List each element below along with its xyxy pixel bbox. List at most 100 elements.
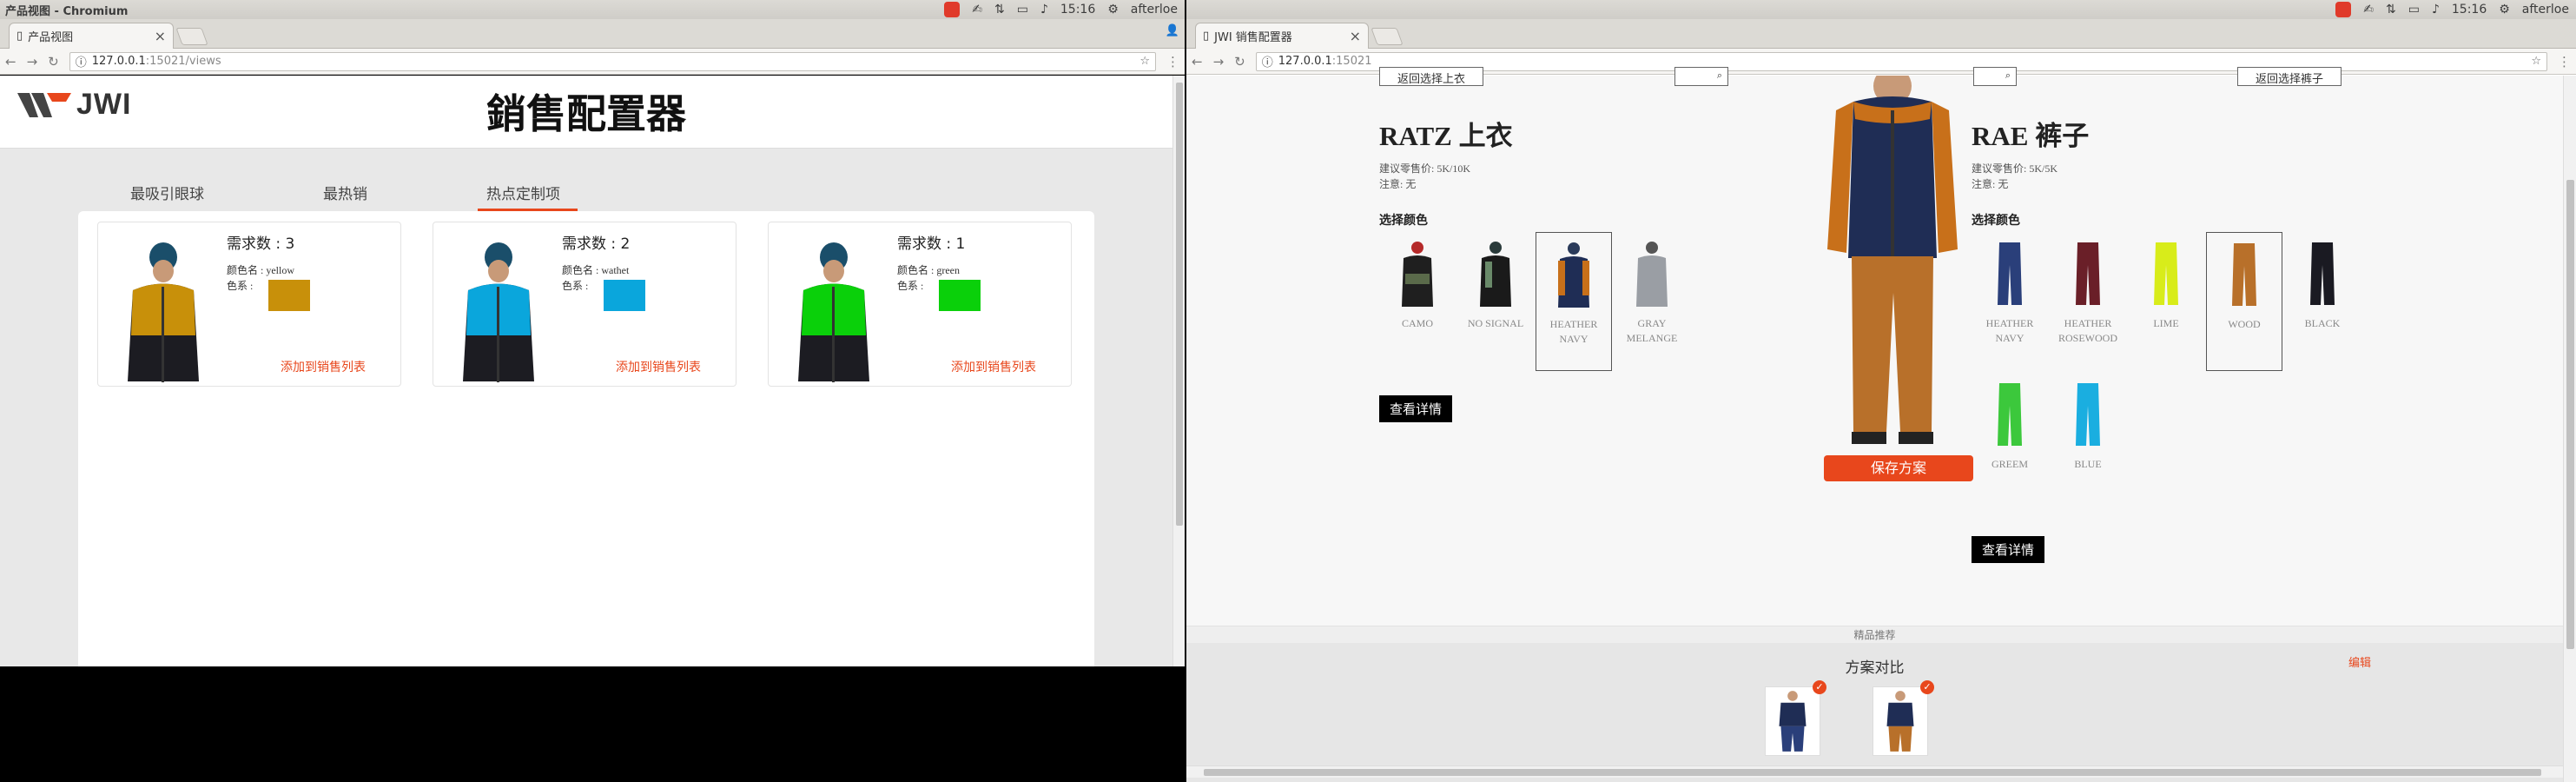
jacket-thumbnail [1402,242,1433,307]
color-swatch [939,280,981,311]
back-icon[interactable]: ← [5,54,17,70]
tab-best-selling[interactable]: 最热销 [256,149,434,209]
page-icon: ▯ [1203,30,1210,43]
search-icon: ⌕ [2005,70,2011,81]
jacket-image [798,242,869,382]
pants-color-option[interactable]: GREEM [1972,373,2048,472]
pants-price: 建议零售价: 5K/5K [1972,162,2058,175]
save-plan-button[interactable]: 保存方案 [1824,455,1973,481]
network-icon[interactable]: ⇅ [2386,3,2396,17]
jacket-color-option-selected[interactable]: HEATHER NAVY [1536,232,1612,371]
product-card[interactable]: 需求数 : 3 颜色名 : yellow 色系 : 添加到销售列表 [97,222,401,387]
browser-tab[interactable]: ▯ JWI 销售配置器 × [1195,23,1369,49]
pants-color-option[interactable]: HEATHER ROSEWOOD [2050,232,2126,346]
battery-icon[interactable]: ▭ [1017,3,1028,17]
option-label: GREEM [1991,458,2028,470]
menu-icon[interactable]: ⋮ [2558,54,2571,70]
scroll-thumb[interactable] [1204,769,2541,776]
input-method-icon[interactable]: ✍ [972,3,982,17]
pants-name: RAE 裤子 [1972,121,2090,151]
vertical-scrollbar[interactable] [2563,76,2576,782]
pants-color-option[interactable]: BLUE [2050,373,2126,472]
color-swatch [268,280,310,311]
demand-count: 需求数 : 2 [562,235,631,253]
search-box[interactable]: ⌕ [1674,67,1728,86]
compare-plan-thumbnail[interactable]: ✓ [1873,680,1934,756]
info-icon[interactable]: ⓘ [1262,53,1273,70]
color-name: 颜色名 : yellow [227,264,294,276]
check-icon[interactable]: ✓ [1920,680,1934,694]
configurator-main: 返回选择上衣 返回选择裤子 ⌕ ⌕ RATZ 上衣 建议零售价: 5K/10K … [1186,67,2563,626]
gear-icon[interactable]: ⚙ [2499,3,2510,17]
browser-tab[interactable]: ▯ 产品视图 × [9,23,174,49]
jacket-color-option[interactable]: CAMO [1379,232,1456,331]
product-card[interactable]: 需求数 : 2 颜色名 : wathet 色系 : 添加到销售列表 [433,222,736,387]
left-browser-window: 产品视图 - Chromium ✍ ⇅ ▭ ♪ 15:16 ⚙ afterloe… [0,0,1185,782]
jacket-detail-button[interactable]: 查看详情 [1379,395,1453,422]
add-to-sales-list-link[interactable]: 添加到销售列表 [951,358,1036,375]
close-icon[interactable]: × [1350,28,1361,44]
battery-icon[interactable]: ▭ [2408,3,2420,17]
back-to-pants-label: 返回选择裤子 [2256,73,2324,86]
clock[interactable]: 15:16 [1060,3,1095,17]
address-bar[interactable]: ⓘ 127.0.0.1:15021/views ☆ [69,51,1156,71]
forward-icon[interactable]: → [1213,54,1225,70]
add-to-sales-list-link[interactable]: 添加到销售列表 [281,358,366,375]
url-host: 127.0.0.1 [1278,55,1332,68]
input-method-icon[interactable]: ✍ [2363,3,2374,17]
right-browser-window: ✍ ⇅ ▭ ♪ 15:16 ⚙ afterloe ▯ JWI 销售配置器 × ←… [1186,0,2576,782]
tab-eye-catching[interactable]: 最吸引眼球 [78,149,256,209]
app-tray-icon[interactable] [944,2,961,17]
scroll-thumb[interactable] [2566,180,2574,649]
empty-black-area [0,666,1185,782]
pants-color-option[interactable]: HEATHER NAVY [1972,232,2048,346]
star-icon[interactable]: ☆ [1139,55,1150,68]
network-icon[interactable]: ⇅ [994,3,1005,17]
reload-icon[interactable]: ↻ [1234,54,1245,70]
clock[interactable]: 15:16 [2452,3,2487,17]
jacket-color-option[interactable]: GRAY MELANGE [1614,232,1690,346]
reload-icon[interactable]: ↻ [48,54,59,70]
horizontal-scrollbar[interactable] [1186,765,2563,778]
close-icon[interactable]: × [155,28,166,44]
product-card[interactable]: 需求数 : 1 颜色名 : green 色系 : 添加到销售列表 [768,222,1072,387]
volume-icon[interactable]: ♪ [1040,3,1048,17]
jacket-image [463,242,534,382]
menu-icon[interactable]: ⋮ [1166,54,1179,70]
user-name[interactable]: afterloe [1131,3,1178,17]
new-tab-button[interactable] [175,28,208,45]
new-tab-button[interactable] [1371,28,1404,45]
compare-section: 方案对比 编辑 ✓ ✓ [1186,643,2563,782]
user-icon[interactable]: 👤 [1166,24,1179,37]
pants-color-option[interactable]: LIME [2128,232,2204,331]
jacket-note: 注意: 无 [1379,178,1417,190]
add-to-sales-list-link[interactable]: 添加到销售列表 [616,358,701,375]
page-icon: ▯ [17,30,23,43]
pants-color-option-selected[interactable]: WOOD [2206,232,2282,371]
back-icon[interactable]: ← [1192,54,1203,70]
jacket-thumbnail [1558,242,1589,308]
app-tray-icon[interactable] [2335,2,2352,17]
jacket-color-option[interactable]: NO SIGNAL [1457,232,1534,331]
star-icon[interactable]: ☆ [2531,55,2541,68]
back-to-pants-button[interactable]: 返回选择裤子 [2237,67,2342,86]
pants-thumbnail [2154,242,2178,305]
recommend-bar[interactable]: 精品推荐 [1186,626,2563,643]
pants-thumbnail [2076,242,2100,305]
swatch-label: 色系 : [897,280,924,292]
gear-icon[interactable]: ⚙ [1107,3,1119,17]
option-label: HEATHER NAVY [1985,317,2034,344]
back-to-jacket-button[interactable]: 返回选择上衣 [1379,67,1484,86]
tab-hot-custom[interactable]: 热点定制项 [434,149,612,211]
user-name[interactable]: afterloe [2522,3,2569,17]
scroll-thumb[interactable] [1176,83,1183,526]
compare-edit-link[interactable]: 编辑 [2348,653,2371,670]
info-icon[interactable]: ⓘ [76,53,87,70]
volume-icon[interactable]: ♪ [2432,3,2440,17]
compare-plan-thumbnail[interactable]: ✓ [1765,680,1826,756]
demand-count: 需求数 : 3 [227,235,295,253]
check-icon[interactable]: ✓ [1813,680,1826,694]
forward-icon[interactable]: → [27,54,38,70]
pants-detail-button[interactable]: 查看详情 [1972,536,2045,563]
pants-color-option[interactable]: BLACK [2284,232,2361,331]
